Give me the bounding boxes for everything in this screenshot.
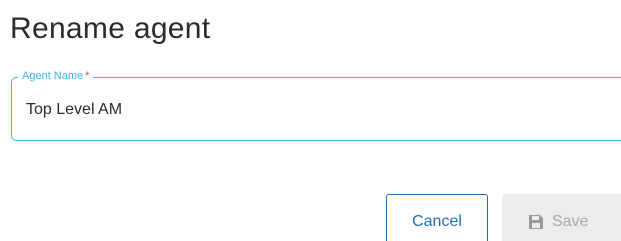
floppy-disk-icon xyxy=(528,214,544,230)
cancel-button[interactable]: Cancel xyxy=(386,194,488,241)
save-button[interactable]: Save xyxy=(502,194,621,241)
agent-name-label-text: Agent Name xyxy=(22,70,84,82)
agent-name-label: Agent Name * xyxy=(18,68,94,84)
rename-agent-dialog: Rename agent Agent Name* Cancel Save xyxy=(0,0,621,241)
cancel-button-label: Cancel xyxy=(412,213,462,230)
save-button-label: Save xyxy=(552,213,589,230)
required-marker: * xyxy=(85,70,90,82)
agent-name-input[interactable] xyxy=(26,98,586,122)
